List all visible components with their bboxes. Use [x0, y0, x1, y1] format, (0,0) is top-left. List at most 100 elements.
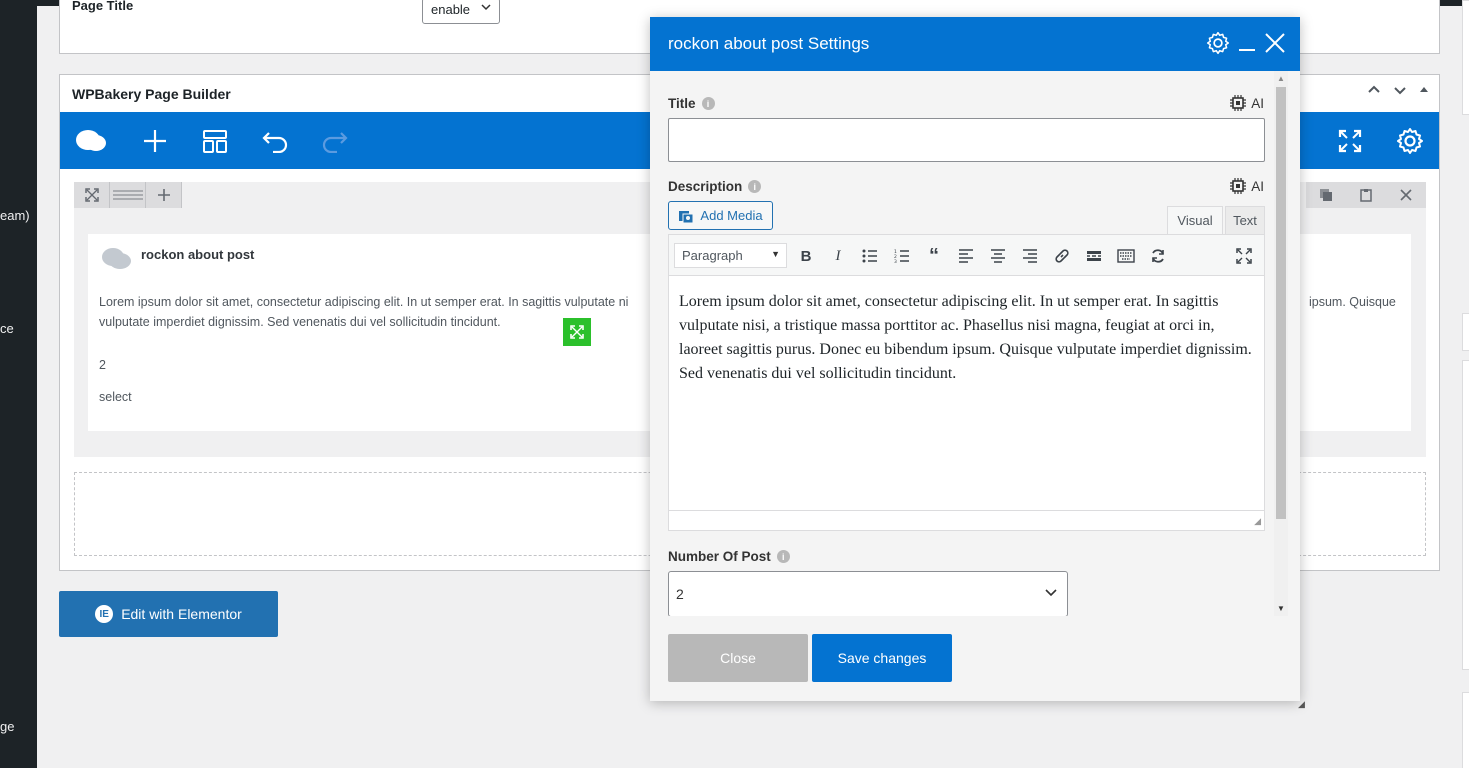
svg-text:3: 3	[894, 259, 897, 263]
editor-statusbar: ◢	[669, 510, 1264, 530]
chip-icon	[1230, 178, 1247, 194]
italic-icon[interactable]: I	[825, 245, 851, 267]
templates-icon[interactable]	[198, 124, 232, 158]
close-button[interactable]: Close	[668, 634, 808, 682]
redo-icon[interactable]	[318, 124, 352, 158]
description-field-label: Description i	[668, 179, 762, 194]
row-move-icon[interactable]	[74, 182, 110, 208]
element-settings-modal: rockon about post Settings Title i AI De…	[650, 17, 1300, 701]
keyboard-icon[interactable]	[1113, 245, 1139, 267]
align-left-icon[interactable]	[953, 245, 979, 267]
gear-icon[interactable]	[1206, 31, 1230, 58]
number-label-text: Number Of Post	[668, 549, 771, 564]
align-center-icon[interactable]	[985, 245, 1011, 267]
move-down-icon[interactable]	[1393, 83, 1407, 100]
page-title-select[interactable]: enable	[422, 0, 500, 24]
number-of-post-select[interactable]: 2	[668, 571, 1068, 616]
wpbakery-logo-icon[interactable]	[74, 124, 108, 158]
resize-grip-icon[interactable]: ◢	[1254, 516, 1261, 527]
media-icon	[679, 210, 694, 223]
move-up-icon[interactable]	[1367, 83, 1381, 100]
row-delete-icon[interactable]	[1386, 182, 1426, 208]
collapse-toggle-icon[interactable]	[1419, 83, 1429, 100]
ai-button[interactable]: AI	[1229, 94, 1264, 112]
number-of-post-label: Number Of Post i	[668, 549, 790, 564]
page-title-select-value: enable	[431, 2, 471, 17]
edit-with-elementor-label: Edit with Elementor	[121, 606, 242, 622]
elementor-icon: IE	[95, 605, 114, 623]
chevron-down-icon	[481, 1, 491, 15]
side-panel-fragment	[1462, 0, 1469, 115]
blockquote-icon[interactable]: “	[921, 245, 947, 267]
info-icon[interactable]: i	[748, 180, 762, 193]
scroll-up-icon[interactable]: ▲	[1277, 74, 1285, 83]
editor-toolbar: Paragraph ▼ B I 123 “	[669, 235, 1264, 276]
title-input[interactable]	[668, 118, 1265, 162]
page-title-label: Page Title	[72, 0, 134, 13]
save-changes-button[interactable]: Save changes	[812, 634, 952, 682]
scrollbar-thumb[interactable]	[1276, 87, 1286, 519]
info-icon[interactable]: i	[776, 550, 790, 563]
ai-label-text: AI	[1251, 178, 1264, 194]
close-icon[interactable]	[1264, 32, 1286, 57]
bullet-list-icon[interactable]	[857, 245, 883, 267]
add-media-label: Add Media	[700, 208, 763, 223]
ai-label-text: AI	[1251, 95, 1264, 111]
edit-with-elementor-button[interactable]: IE Edit with Elementor	[59, 591, 278, 637]
modal-header: rockon about post Settings	[650, 17, 1300, 71]
row-layout-icon[interactable]	[110, 182, 146, 208]
tab-text[interactable]: Text	[1225, 206, 1265, 234]
paragraph-format-select[interactable]: Paragraph ▼	[674, 243, 787, 268]
caret-down-icon: ▼	[771, 249, 780, 259]
editor-content[interactable]: Lorem ipsum dolor sit amet, consectetur …	[679, 290, 1254, 386]
modal-footer: Close Save changes	[650, 616, 1300, 701]
element-select: select	[99, 390, 132, 404]
refresh-icon[interactable]	[1145, 245, 1171, 267]
row-paste-icon[interactable]	[1346, 182, 1386, 208]
element-description-line: Lorem ipsum dolor sit amet, consectetur …	[99, 295, 629, 309]
side-panel-fragment	[1462, 360, 1469, 670]
row-controls	[74, 182, 182, 208]
row-actions	[1306, 182, 1426, 208]
add-media-button[interactable]: Add Media	[668, 201, 773, 230]
settings-gear-icon[interactable]	[1393, 124, 1427, 158]
element-name: rockon about post	[141, 247, 255, 262]
info-icon[interactable]: i	[701, 97, 715, 110]
element-number: 2	[99, 358, 106, 372]
paragraph-format-value: Paragraph	[682, 248, 743, 263]
align-right-icon[interactable]	[1017, 245, 1043, 267]
add-element-icon[interactable]	[138, 124, 172, 158]
element-cloud-icon	[99, 245, 133, 276]
row-clone-icon[interactable]	[1306, 182, 1346, 208]
fullscreen-icon[interactable]	[1333, 124, 1367, 158]
read-more-icon[interactable]	[1081, 245, 1107, 267]
element-description-line: vulputate imperdiet dignissim. Sed venen…	[99, 315, 501, 329]
title-field-label: Title i	[668, 96, 715, 111]
modal-resize-icon[interactable]: ◢	[1298, 699, 1305, 710]
description-label-text: Description	[668, 179, 743, 194]
side-panel-fragment	[1462, 313, 1469, 351]
tab-visual[interactable]: Visual	[1167, 206, 1223, 234]
sidebar-item-fragment[interactable]: ge	[0, 719, 14, 734]
metabox-controls	[1367, 83, 1429, 100]
link-icon[interactable]	[1049, 245, 1075, 267]
sidebar-item-fragment[interactable]: ce	[0, 321, 14, 336]
title-label-text: Title	[668, 96, 696, 111]
minimize-icon[interactable]	[1236, 31, 1258, 58]
distraction-free-icon[interactable]	[1231, 245, 1257, 267]
numbered-list-icon[interactable]: 123	[889, 245, 915, 267]
drag-handle-icon[interactable]	[563, 318, 591, 346]
bold-icon[interactable]: B	[793, 245, 819, 267]
modal-title: rockon about post Settings	[668, 34, 870, 53]
scroll-down-icon[interactable]: ▼	[1277, 604, 1285, 613]
admin-sidebar: eam) ce ge	[0, 0, 37, 768]
modal-body: Title i AI Description i AI Add Media Vi…	[650, 71, 1300, 616]
undo-icon[interactable]	[258, 124, 292, 158]
modal-scrollbar[interactable]: ▲ ▼	[1274, 71, 1288, 616]
element-description-right: ipsum. Quisque	[1309, 295, 1396, 309]
ai-button[interactable]: AI	[1229, 177, 1264, 195]
number-of-post-value: 2	[676, 586, 684, 602]
chip-icon	[1230, 95, 1247, 111]
row-add-icon[interactable]	[146, 182, 182, 208]
sidebar-item-fragment[interactable]: eam)	[0, 208, 30, 223]
